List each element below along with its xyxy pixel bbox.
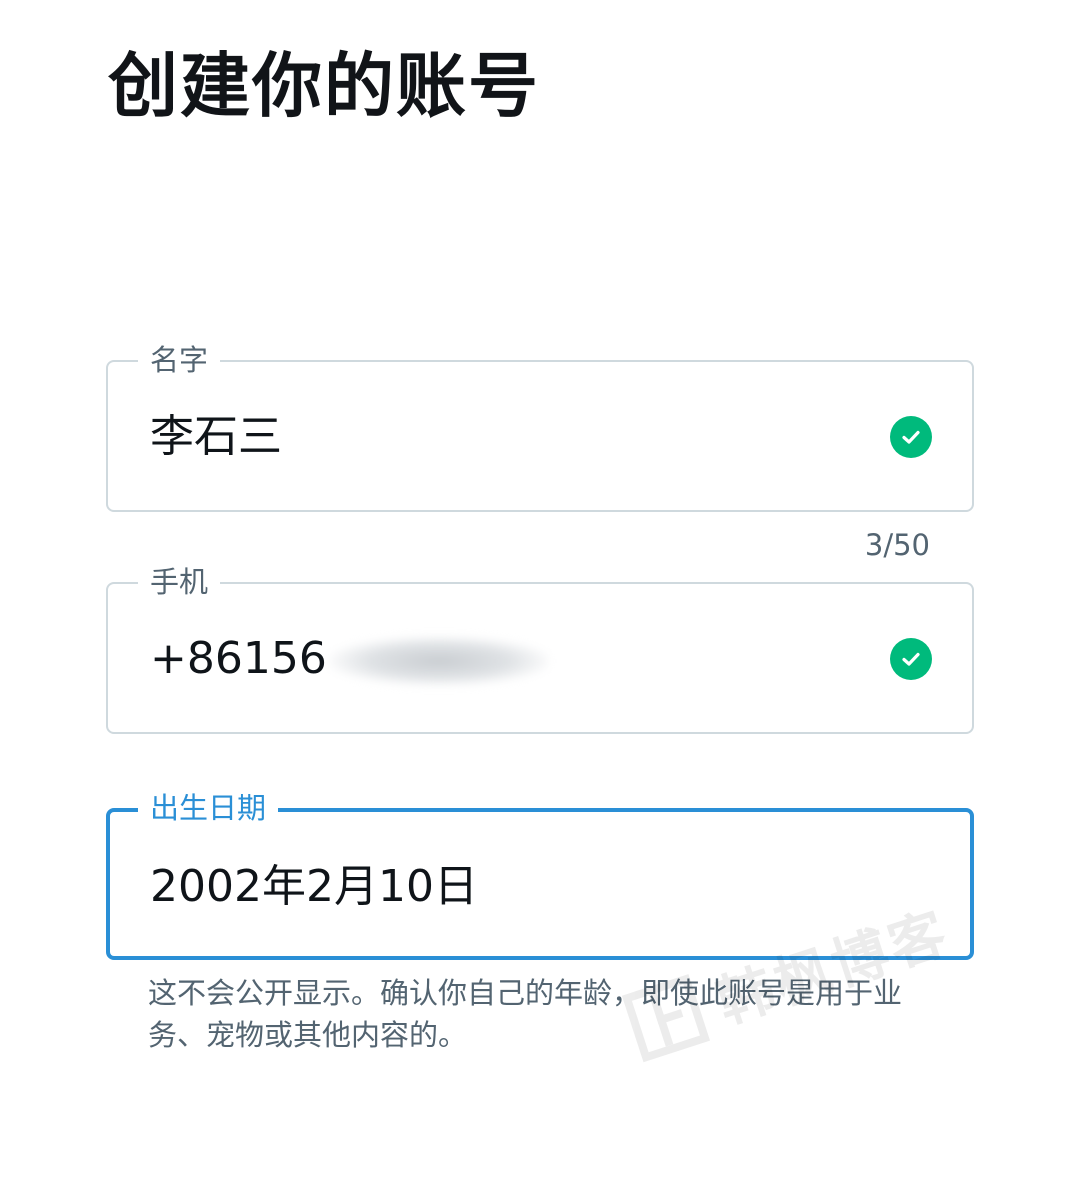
page-title: 创建你的账号 [108,45,540,127]
name-char-counter: 3/50 [864,528,930,562]
phone-field[interactable]: 手机 +86156 [106,562,974,734]
name-field[interactable]: 名字 李石三 [106,340,974,512]
name-input[interactable]: 李石三 [150,407,282,467]
create-account-screen: 创建你的账号 名字 李石三 3/50 手机 +86156 出生日期 2002年2… [0,0,1080,1177]
birthday-field-label: 出生日期 [138,788,279,828]
redaction-blur [328,636,549,686]
phone-input[interactable]: +86156 [150,629,549,689]
check-circle-icon [890,416,932,458]
birthday-input[interactable]: 2002年2月10日 [150,857,478,917]
check-circle-icon [890,638,932,680]
phone-field-label: 手机 [138,562,221,602]
name-field-label: 名字 [138,340,221,380]
phone-visible-digits: +86156 [150,633,327,684]
